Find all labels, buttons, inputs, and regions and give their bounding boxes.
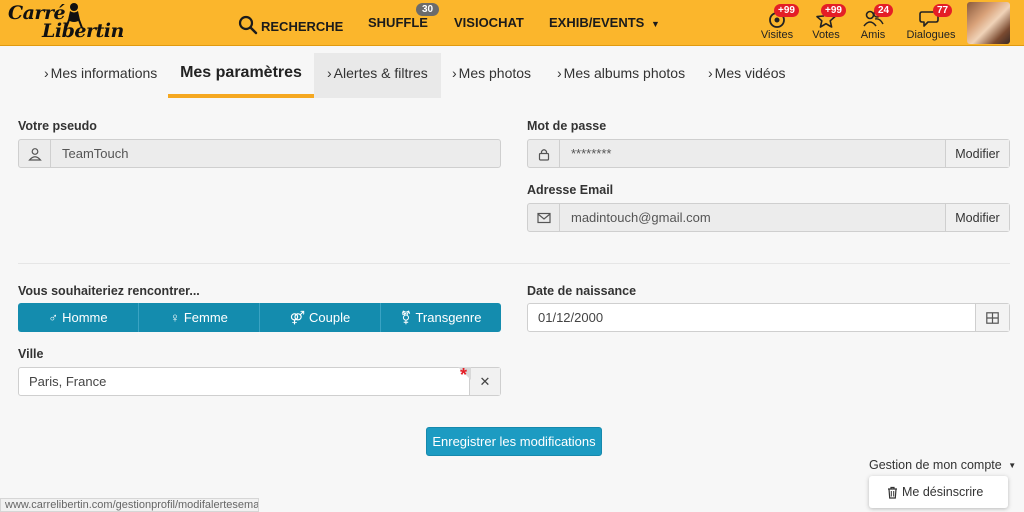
avatar[interactable] (967, 2, 1010, 44)
trash-icon (888, 486, 897, 499)
clear-city-button[interactable]: ✕ (469, 368, 500, 395)
email-label: Adresse Email (527, 183, 614, 197)
nav-search[interactable]: RECHERCHE (238, 15, 343, 35)
tab-mes-photos[interactable]: › Mes photos (452, 53, 531, 98)
meet-option-femme[interactable]: ♀ Femme (139, 303, 260, 332)
stat-dialogues[interactable]: 77 Dialogues (905, 2, 957, 44)
email-value: madintouch@gmail.com (571, 210, 711, 225)
chevron-right-icon: › (557, 65, 562, 81)
shuffle-count-badge: 30 (416, 3, 440, 16)
stat-visites[interactable]: +99 Visites (752, 2, 802, 44)
meet-option-transgenre[interactable]: ⚧ Transgenre (381, 303, 501, 332)
chevron-right-icon: › (452, 65, 457, 81)
caret-down-icon: ▼ (650, 19, 660, 29)
password-value: ******** (571, 146, 612, 161)
email-field: madintouch@gmail.com Modifier (527, 203, 1010, 232)
account-menu-toggle[interactable]: Gestion de mon compte ▼ (869, 458, 1016, 472)
tab-mes-informations[interactable]: › Mes informations (44, 53, 157, 98)
password-field: ******** Modifier (527, 139, 1010, 168)
meet-label: Vous souhaiteriez rencontrer... (18, 284, 200, 298)
meet-option-homme[interactable]: ♂ Homme (18, 303, 139, 332)
city-input[interactable]: Paris, France (19, 368, 469, 395)
save-button[interactable]: Enregistrer les modifications (426, 427, 602, 456)
pseudo-field: TeamTouch (18, 139, 501, 168)
calendar-button[interactable] (975, 304, 1009, 331)
chevron-right-icon: › (327, 65, 332, 81)
birthdate-label: Date de naissance (527, 284, 637, 298)
modify-password-button[interactable]: Modifier (945, 140, 1009, 167)
meet-options: ♂ Homme ♀ Femme ⚤ Couple ⚧ Transgenre (18, 303, 501, 332)
birthdate-field: 01/12/2000 (527, 303, 1010, 332)
top-bar: Carré Libertin RECHERCHE SHUFFLE 30 VISI… (0, 0, 1024, 46)
required-asterisk: * (460, 365, 468, 385)
tab-mes-videos[interactable]: › Mes vidéos (708, 53, 785, 98)
user-icon (19, 140, 51, 167)
city-field: Paris, France * ✕ (18, 365, 501, 396)
male-symbol-icon: ♂ (48, 310, 59, 325)
female-symbol-icon: ♀ (170, 310, 180, 325)
nav-exhib-events[interactable]: EXHIB/EVENTS ▼ (549, 15, 660, 30)
pseudo-value: TeamTouch (62, 146, 129, 161)
stat-amis[interactable]: 24 Amis (848, 2, 898, 44)
nav-shuffle[interactable]: SHUFFLE (368, 15, 428, 30)
close-icon: ✕ (479, 373, 491, 389)
password-label: Mot de passe (527, 119, 607, 133)
profile-tabs: › Mes informations Mes paramètres › Alerte… (0, 50, 1024, 100)
browser-status-url: www.carrelibertin.com/gestionprofil/modi… (0, 498, 259, 512)
meet-option-couple[interactable]: ⚤ Couple (260, 303, 381, 332)
search-icon (238, 15, 258, 35)
tab-mes-albums-photos[interactable]: › Mes albums photos (557, 53, 685, 98)
unsubscribe-item[interactable]: Me désinscrire (902, 485, 983, 499)
calendar-icon (986, 311, 999, 324)
site-logo[interactable]: Carré Libertin (6, 2, 138, 44)
tab-alertes-filtres[interactable]: › Alertes & filtres (314, 53, 441, 98)
nav-visiochat[interactable]: VISIOCHAT (454, 15, 524, 30)
chevron-right-icon: › (708, 65, 713, 81)
envelope-icon (528, 204, 560, 231)
modify-email-button[interactable]: Modifier (945, 204, 1009, 231)
couple-symbol-icon: ⚤ (289, 309, 306, 325)
caret-down-icon: ▼ (1008, 461, 1017, 470)
birthdate-input[interactable]: 01/12/2000 (528, 304, 975, 331)
lock-icon (528, 140, 560, 167)
chevron-right-icon: › (44, 65, 49, 81)
account-dropdown: Me désinscrire (869, 476, 1008, 508)
section-divider (18, 263, 1010, 264)
city-label: Ville (18, 347, 44, 361)
transgender-symbol-icon: ⚧ (400, 309, 412, 325)
stat-votes[interactable]: +99 Votes (801, 2, 851, 44)
tab-mes-parametres[interactable]: Mes paramètres (168, 53, 314, 98)
pseudo-label: Votre pseudo (18, 119, 97, 133)
